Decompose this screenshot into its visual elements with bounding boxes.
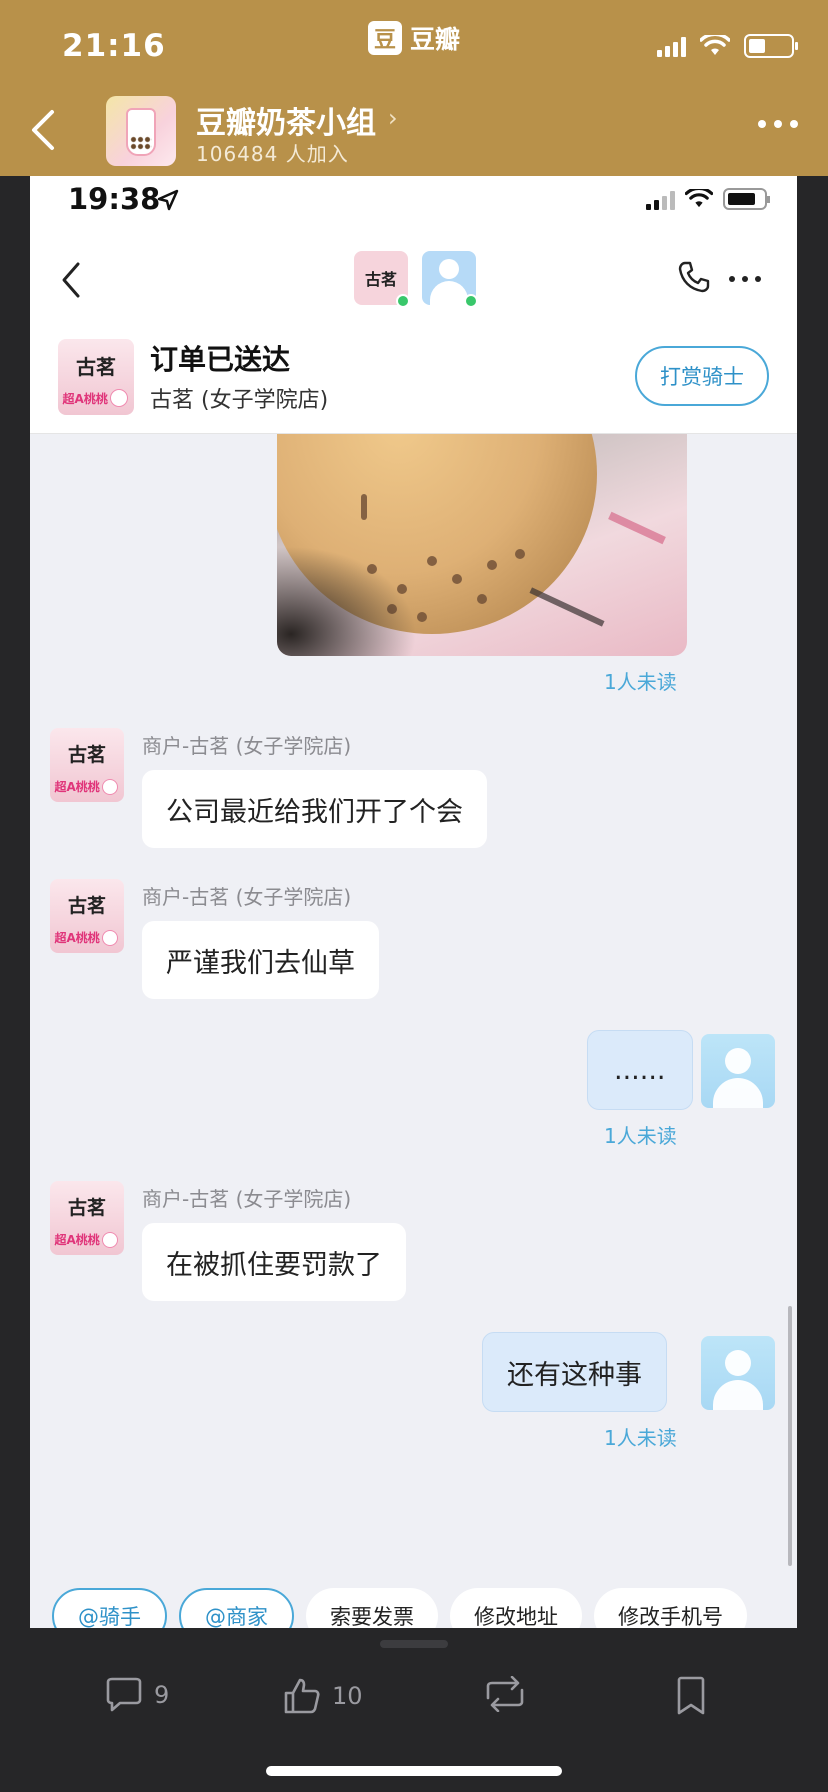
- comment-button[interactable]: 9: [104, 1676, 169, 1714]
- bookmark-icon: [677, 1676, 705, 1715]
- repost-button[interactable]: [482, 1676, 528, 1712]
- sender-avatar[interactable]: 古茗 超A桃桃: [50, 879, 124, 953]
- change-phone-chip[interactable]: 修改手机号: [594, 1588, 747, 1628]
- scrollbar[interactable]: [788, 1306, 792, 1566]
- online-dot: [396, 294, 410, 308]
- group-avatar[interactable]: [106, 96, 176, 166]
- inner-wifi-icon: [685, 189, 713, 208]
- status-bar-icons: [657, 34, 798, 58]
- signal-icon: [657, 35, 686, 57]
- inner-status-icons: [646, 188, 770, 210]
- unread-label: 1人未读: [604, 670, 677, 694]
- location-icon: [157, 189, 179, 211]
- wifi-icon: [700, 35, 730, 55]
- chat-header: 19:38 古茗 古茗 超A桃桃 订单已送达 古茗 (女子学院店) 打赏骑士: [30, 176, 797, 434]
- my-message-bubble[interactable]: 还有这种事: [482, 1332, 667, 1412]
- my-avatar[interactable]: [701, 1034, 775, 1108]
- status-time: 21:16: [62, 28, 166, 64]
- tip-rider-button[interactable]: 打赏骑士: [635, 346, 769, 406]
- inner-signal-icon: [646, 188, 675, 210]
- photo-message[interactable]: [277, 434, 687, 656]
- douban-header: 21:16 豆 豆瓣 豆瓣奶茶小组 › 106484 人加入: [0, 0, 828, 176]
- order-status: 订单已送达: [150, 343, 291, 376]
- change-address-chip[interactable]: 修改地址: [450, 1588, 582, 1628]
- bottom-action-bar: 9 10: [0, 1628, 828, 1792]
- app-name: 豆瓣: [410, 25, 461, 54]
- group-name[interactable]: 豆瓣奶茶小组: [196, 98, 376, 142]
- call-icon[interactable]: [677, 260, 711, 294]
- embedded-screenshot: 19:38 古茗 古茗 超A桃桃 订单已送达 古茗 (女子学院店) 打赏骑士 1…: [30, 176, 797, 1628]
- sender-name: 商户-古茗 (女子学院店): [142, 885, 352, 909]
- repost-icon: [486, 1676, 524, 1712]
- battery-icon: [744, 34, 798, 58]
- mention-rider-chip[interactable]: @骑手: [52, 1588, 167, 1628]
- online-dot: [464, 294, 478, 308]
- quick-actions: @骑手 @商家 索要发票 修改地址 修改手机号: [52, 1588, 747, 1628]
- inner-battery-icon: [723, 188, 770, 210]
- message-bubble[interactable]: 公司最近给我们开了个会: [142, 770, 487, 848]
- request-invoice-chip[interactable]: 索要发票: [306, 1588, 438, 1628]
- group-member-count: 106484 人加入: [196, 142, 349, 166]
- home-indicator: [266, 1766, 562, 1776]
- bookmark-button[interactable]: [674, 1676, 708, 1716]
- message-bubble[interactable]: 在被抓住要罚款了: [142, 1223, 406, 1301]
- like-button[interactable]: 10: [282, 1676, 363, 1716]
- sender-avatar[interactable]: 古茗 超A桃桃: [50, 728, 124, 802]
- mention-shop-chip[interactable]: @商家: [179, 1588, 294, 1628]
- order-shop-name: 古茗 (女子学院店): [150, 388, 329, 413]
- like-icon: [284, 1678, 320, 1714]
- app-logo: 豆 豆瓣: [368, 20, 460, 56]
- message-bubble[interactable]: 严谨我们去仙草: [142, 921, 379, 999]
- sender-avatar[interactable]: 古茗 超A桃桃: [50, 1181, 124, 1255]
- chevron-right-icon[interactable]: ›: [388, 104, 398, 132]
- inner-status-time: 19:38: [68, 182, 161, 216]
- more-icon[interactable]: [758, 120, 798, 128]
- comment-icon: [106, 1677, 142, 1712]
- my-message-bubble[interactable]: ......: [587, 1030, 693, 1110]
- comment-count: 9: [154, 1681, 170, 1709]
- sheet-handle: [380, 1640, 448, 1648]
- sender-name: 商户-古茗 (女子学院店): [142, 1187, 352, 1211]
- back-icon[interactable]: [28, 108, 58, 152]
- douban-logo-icon: 豆: [368, 21, 402, 55]
- unread-label: 1人未读: [604, 1124, 677, 1148]
- like-count: 10: [332, 1682, 363, 1710]
- sender-name: 商户-古茗 (女子学院店): [142, 734, 352, 758]
- chat-back-icon[interactable]: [58, 260, 84, 300]
- unread-label: 1人未读: [604, 1426, 677, 1450]
- order-shop-logo: 古茗 超A桃桃: [58, 339, 134, 415]
- my-avatar[interactable]: [701, 1336, 775, 1410]
- chat-more-icon[interactable]: [729, 276, 761, 282]
